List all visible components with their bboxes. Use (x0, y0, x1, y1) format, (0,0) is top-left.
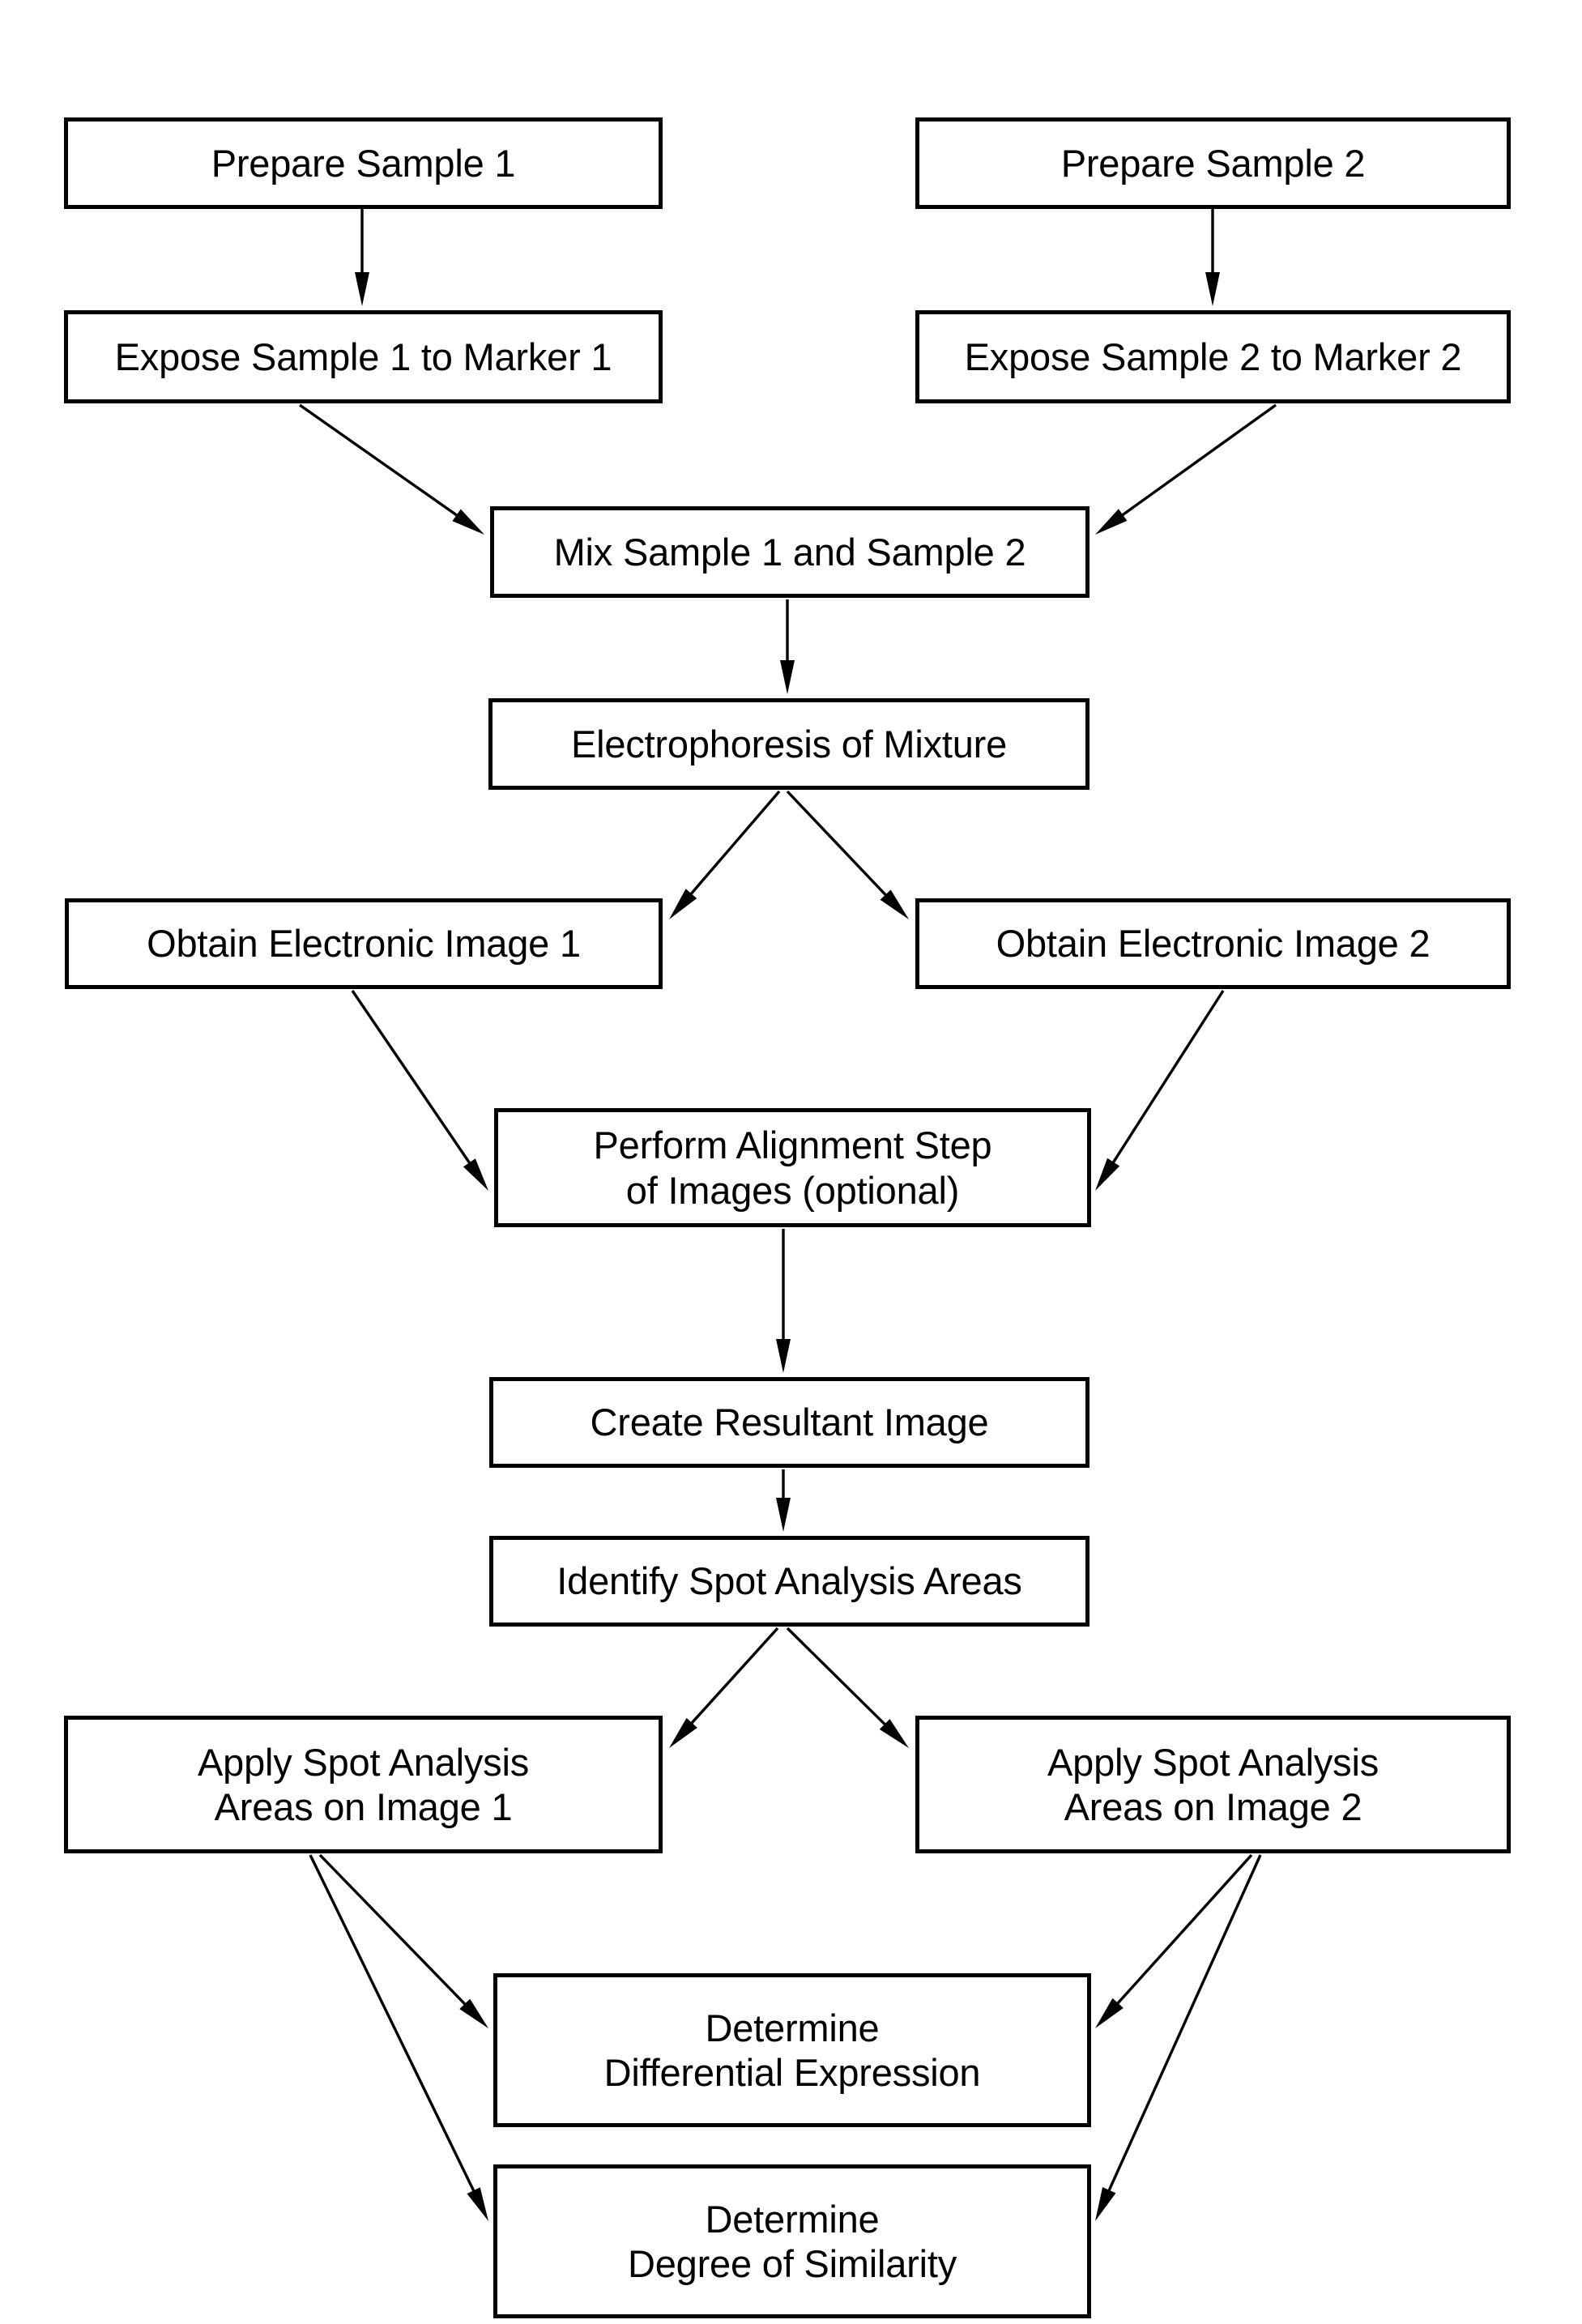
edge-e-prepare2-expose2 (1205, 209, 1220, 306)
edge-e-mix-electro (780, 599, 795, 694)
edge-e-apply1-diffexpr (318, 1853, 488, 2028)
edge-e-identify-apply1 (669, 1627, 779, 1748)
node-label-align: Perform Alignment Step of Images (option… (593, 1124, 992, 1212)
node-obtain1[interactable]: Obtain Electronic Image 1 (65, 898, 663, 989)
edge-e-apply2-diffexpr (1095, 1853, 1253, 2028)
node-label-diffexpr: Determine Differential Expression (603, 2006, 981, 2094)
edge-e-identify-apply2 (786, 1627, 909, 1748)
edge-e-expose2-mix (1095, 403, 1277, 535)
edge-e-obtain1-align (351, 990, 488, 1191)
node-label-mix: Mix Sample 1 and Sample 2 (553, 530, 1026, 574)
edge-e-prepare1-expose1 (355, 209, 369, 306)
node-label-applyspot1: Apply Spot Analysis Areas on Image 1 (198, 1740, 529, 1828)
node-resultant[interactable]: Create Resultant Image (489, 1377, 1089, 1468)
node-applyspot2[interactable]: Apply Spot Analysis Areas on Image 2 (915, 1716, 1511, 1853)
node-label-identify: Identify Spot Analysis Areas (556, 1559, 1022, 1603)
node-label-applyspot2: Apply Spot Analysis Areas on Image 2 (1047, 1740, 1379, 1828)
edge-e-obtain2-align (1095, 990, 1225, 1191)
node-label-electro: Electrophoresis of Mixture (570, 722, 1008, 765)
node-applyspot1[interactable]: Apply Spot Analysis Areas on Image 1 (64, 1716, 663, 1853)
node-expose2[interactable]: Expose Sample 2 to Marker 2 (915, 310, 1511, 403)
node-label-prepare2: Prepare Sample 2 (1060, 141, 1366, 185)
node-align[interactable]: Perform Alignment Step of Images (option… (494, 1108, 1091, 1227)
node-obtain2[interactable]: Obtain Electronic Image 2 (915, 898, 1511, 989)
node-expose1[interactable]: Expose Sample 1 to Marker 1 (64, 310, 663, 403)
node-label-obtain1: Obtain Electronic Image 1 (147, 922, 581, 966)
edge-e-resultant-identify (776, 1469, 791, 1532)
node-prepare2[interactable]: Prepare Sample 2 (915, 117, 1511, 209)
node-label-obtain2: Obtain Electronic Image 2 (996, 922, 1431, 966)
flowchart-canvas: Prepare Sample 1 Prepare Sample 2 Expose S… (0, 0, 1582, 2324)
edge-e-electro-obtain2 (786, 790, 909, 919)
edge-e-apply1-similarity (309, 1854, 488, 2221)
edge-e-align-resultant (776, 1229, 791, 1373)
node-identify[interactable]: Identify Spot Analysis Areas (489, 1536, 1089, 1627)
node-mix[interactable]: Mix Sample 1 and Sample 2 (490, 506, 1089, 598)
node-label-expose2: Expose Sample 2 to Marker 2 (964, 335, 1462, 378)
node-label-prepare1: Prepare Sample 1 (211, 141, 516, 185)
node-electro[interactable]: Electrophoresis of Mixture (488, 698, 1089, 790)
node-label-similarity: Determine Degree of Similarity (627, 2197, 957, 2285)
edge-e-expose1-mix (299, 403, 484, 535)
node-label-resultant: Create Resultant Image (590, 1401, 989, 1444)
node-label-expose1: Expose Sample 1 to Marker 1 (114, 335, 612, 378)
node-similarity[interactable]: Determine Degree of Similarity (493, 2164, 1091, 2318)
node-diffexpr[interactable]: Determine Differential Expression (493, 1973, 1091, 2127)
edge-e-electro-obtain1 (669, 790, 781, 919)
node-prepare1[interactable]: Prepare Sample 1 (64, 117, 663, 209)
edge-e-apply2-similarity (1095, 1854, 1262, 2221)
